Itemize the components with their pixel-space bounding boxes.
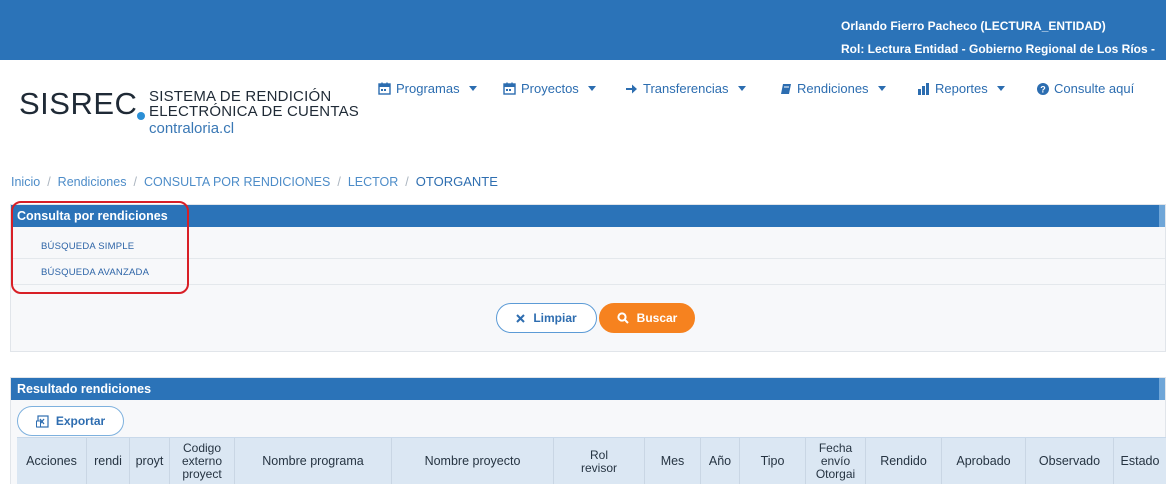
user-role[interactable]: Rol: Lectura Entidad - Gobierno Regional… bbox=[841, 42, 1155, 56]
breadcrumb-inicio[interactable]: Inicio bbox=[11, 175, 40, 189]
chevron-down-icon bbox=[877, 86, 886, 91]
clear-button-label: Limpiar bbox=[533, 311, 577, 325]
highlight-box bbox=[11, 201, 189, 294]
col-codigo-externo[interactable]: Codigo externo proyect bbox=[170, 438, 235, 484]
logo-domain: contraloria.cl bbox=[149, 120, 235, 137]
breadcrumb-separator: / bbox=[47, 175, 51, 189]
nav-transferencias-label: Transferencias bbox=[643, 81, 729, 96]
col-rol-revisor[interactable]: Rol revisor bbox=[554, 438, 645, 484]
nav-programas[interactable]: Programas bbox=[378, 81, 477, 96]
breadcrumb-rendiciones[interactable]: Rendiciones bbox=[58, 175, 127, 189]
col-fecha-envio[interactable]: Fecha envío Otorgai bbox=[806, 438, 866, 484]
close-icon bbox=[516, 313, 526, 323]
export-button[interactable]: Exportar bbox=[17, 406, 124, 436]
nav-reportes-label: Reportes bbox=[935, 81, 988, 96]
breadcrumb-separator: / bbox=[337, 175, 341, 189]
col-rendi[interactable]: rendi bbox=[87, 438, 130, 484]
col-aprobado[interactable]: Aprobado bbox=[942, 438, 1026, 484]
breadcrumb-otorgante: OTORGANTE bbox=[415, 174, 498, 189]
nav-programas-label: Programas bbox=[396, 81, 460, 96]
chevron-down-icon bbox=[996, 86, 1005, 91]
breadcrumb-lector[interactable]: LECTOR bbox=[348, 175, 398, 189]
col-estado[interactable]: Estado bbox=[1114, 438, 1166, 484]
col-tipo[interactable]: Tipo bbox=[740, 438, 806, 484]
book-icon bbox=[781, 83, 791, 94]
col-nombre-programa[interactable]: Nombre programa bbox=[235, 438, 392, 484]
user-name[interactable]: Orlando Fierro Pacheco (LECTURA_ENTIDAD) bbox=[841, 19, 1106, 33]
results-panel-header: Resultado rendiciones bbox=[11, 378, 1165, 400]
search-button-label: Buscar bbox=[636, 311, 678, 325]
breadcrumb-separator: / bbox=[405, 175, 409, 189]
col-proyt[interactable]: proyt bbox=[130, 438, 170, 484]
question-circle-icon: ? bbox=[1037, 82, 1049, 95]
results-panel-title: Resultado rendiciones bbox=[17, 382, 152, 396]
export-button-label: Exportar bbox=[55, 414, 106, 428]
chevron-down-icon bbox=[737, 86, 746, 91]
chevron-down-icon bbox=[587, 86, 596, 91]
panel-collapse-tab[interactable] bbox=[1159, 205, 1165, 227]
col-nombre-proyecto[interactable]: Nombre proyecto bbox=[392, 438, 554, 484]
logo-subtitle-2: ELECTRÓNICA DE CUENTAS bbox=[149, 103, 359, 120]
col-acciones[interactable]: Acciones bbox=[17, 438, 87, 484]
breadcrumb-consulta[interactable]: CONSULTA POR RENDICIONES bbox=[144, 175, 330, 189]
col-mes[interactable]: Mes bbox=[645, 438, 701, 484]
chevron-down-icon bbox=[468, 86, 477, 91]
svg-text:?: ? bbox=[1040, 84, 1046, 94]
search-button[interactable]: Buscar bbox=[599, 303, 695, 333]
arrow-right-icon bbox=[626, 84, 637, 93]
col-rendido[interactable]: Rendido bbox=[866, 438, 942, 484]
calendar-icon bbox=[378, 82, 391, 95]
clear-button[interactable]: Limpiar bbox=[496, 303, 597, 333]
nav-proyectos-label: Proyectos bbox=[521, 81, 579, 96]
nav-consulte-label: Consulte aquí bbox=[1054, 81, 1135, 96]
search-icon bbox=[617, 312, 629, 324]
breadcrumb: Inicio / Rendiciones / CONSULTA POR RENDICIO… bbox=[11, 174, 498, 189]
nav-rendiciones[interactable]: Rendiciones bbox=[780, 81, 886, 96]
breadcrumb-separator: / bbox=[133, 175, 137, 189]
col-observado[interactable]: Observado bbox=[1026, 438, 1114, 484]
table-header: Acciones rendi proyt Codigo externo proy… bbox=[17, 437, 1166, 484]
col-anio[interactable]: Año bbox=[701, 438, 740, 484]
nav-consulte[interactable]: ? Consulte aquí bbox=[1037, 81, 1134, 96]
calendar-icon bbox=[503, 82, 516, 95]
bar-chart-icon bbox=[918, 82, 929, 95]
logo-dot-icon bbox=[137, 112, 145, 120]
panel-collapse-tab[interactable] bbox=[1159, 378, 1165, 400]
logo-title: SISREC bbox=[19, 86, 138, 121]
nav-proyectos[interactable]: Proyectos bbox=[503, 81, 596, 96]
top-bar: Orlando Fierro Pacheco (LECTURA_ENTIDAD)… bbox=[0, 0, 1166, 60]
nav-reportes[interactable]: Reportes bbox=[917, 81, 1005, 96]
nav-rendiciones-label: Rendiciones bbox=[797, 81, 869, 96]
excel-icon bbox=[35, 414, 49, 428]
nav-transferencias[interactable]: Transferencias bbox=[625, 81, 746, 96]
